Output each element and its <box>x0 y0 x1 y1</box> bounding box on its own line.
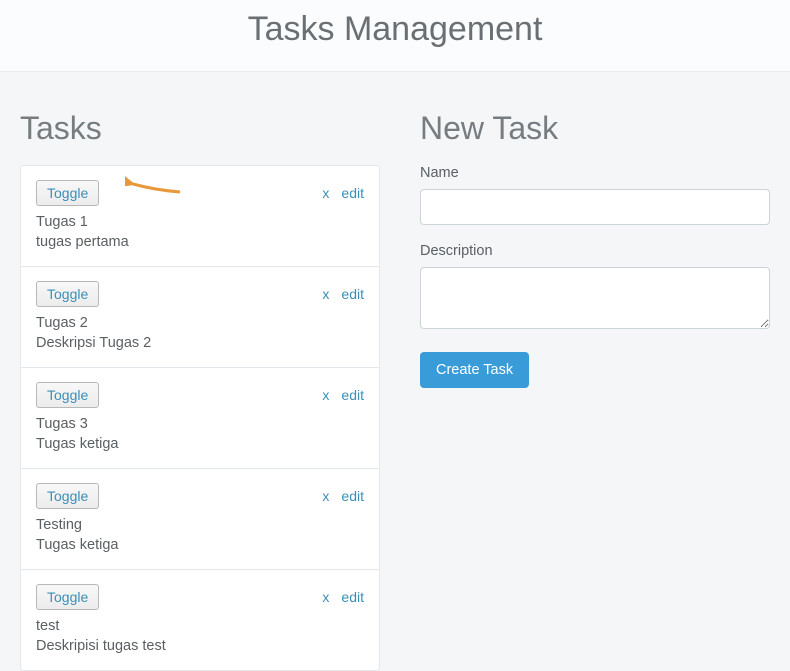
edit-link[interactable]: edit <box>341 286 364 302</box>
main-content: Tasks Toggle x edit Tugas 1 tugas pertam… <box>0 72 790 671</box>
page-title: Tasks Management <box>0 10 790 49</box>
task-description: tugas pertama <box>36 234 364 250</box>
task-actions: x edit <box>322 488 364 504</box>
new-task-title: New Task <box>420 110 770 147</box>
toggle-button[interactable]: Toggle <box>36 584 99 610</box>
page-header: Tasks Management <box>0 0 790 72</box>
task-row-top: Toggle x edit <box>36 584 364 610</box>
toggle-button[interactable]: Toggle <box>36 180 99 206</box>
new-task-column: New Task Name Description Create Task <box>420 92 770 671</box>
delete-link[interactable]: x <box>322 286 329 302</box>
task-item: Toggle x edit Tugas 1 tugas pertama <box>21 166 379 267</box>
task-row-top: Toggle x edit <box>36 180 364 206</box>
description-field-group: Description <box>420 243 770 334</box>
create-task-button[interactable]: Create Task <box>420 352 529 388</box>
delete-link[interactable]: x <box>322 488 329 504</box>
description-input[interactable] <box>420 267 770 329</box>
delete-link[interactable]: x <box>322 387 329 403</box>
task-row-top: Toggle x edit <box>36 483 364 509</box>
task-actions: x edit <box>322 387 364 403</box>
task-actions: x edit <box>322 286 364 302</box>
toggle-button[interactable]: Toggle <box>36 281 99 307</box>
task-actions: x edit <box>322 589 364 605</box>
task-row-top: Toggle x edit <box>36 281 364 307</box>
task-description: Deskripisi tugas test <box>36 638 364 654</box>
task-item: Toggle x edit Tugas 2 Deskripsi Tugas 2 <box>21 267 379 368</box>
task-description: Tugas ketiga <box>36 537 364 553</box>
task-actions: x edit <box>322 185 364 201</box>
task-description: Deskripsi Tugas 2 <box>36 335 364 351</box>
task-row-top: Toggle x edit <box>36 382 364 408</box>
task-name: Tugas 2 <box>36 315 364 331</box>
task-name: Tugas 3 <box>36 416 364 432</box>
edit-link[interactable]: edit <box>341 589 364 605</box>
task-name: Tugas 1 <box>36 214 364 230</box>
delete-link[interactable]: x <box>322 589 329 605</box>
toggle-button[interactable]: Toggle <box>36 483 99 509</box>
name-input[interactable] <box>420 189 770 225</box>
task-description: Tugas ketiga <box>36 436 364 452</box>
delete-link[interactable]: x <box>322 185 329 201</box>
task-item: Toggle x edit Tugas 3 Tugas ketiga <box>21 368 379 469</box>
task-list: Toggle x edit Tugas 1 tugas pertama <box>20 165 380 671</box>
tasks-column: Tasks Toggle x edit Tugas 1 tugas pertam… <box>20 92 380 671</box>
name-field-group: Name <box>420 165 770 225</box>
name-label: Name <box>420 165 770 181</box>
edit-link[interactable]: edit <box>341 185 364 201</box>
tasks-section-title: Tasks <box>20 110 380 147</box>
task-item: Toggle x edit Testing Tugas ketiga <box>21 469 379 570</box>
edit-link[interactable]: edit <box>341 488 364 504</box>
task-item: Toggle x edit test Deskripisi tugas test <box>21 570 379 670</box>
edit-link[interactable]: edit <box>341 387 364 403</box>
task-name: test <box>36 618 364 634</box>
task-name: Testing <box>36 517 364 533</box>
toggle-button[interactable]: Toggle <box>36 382 99 408</box>
description-label: Description <box>420 243 770 259</box>
